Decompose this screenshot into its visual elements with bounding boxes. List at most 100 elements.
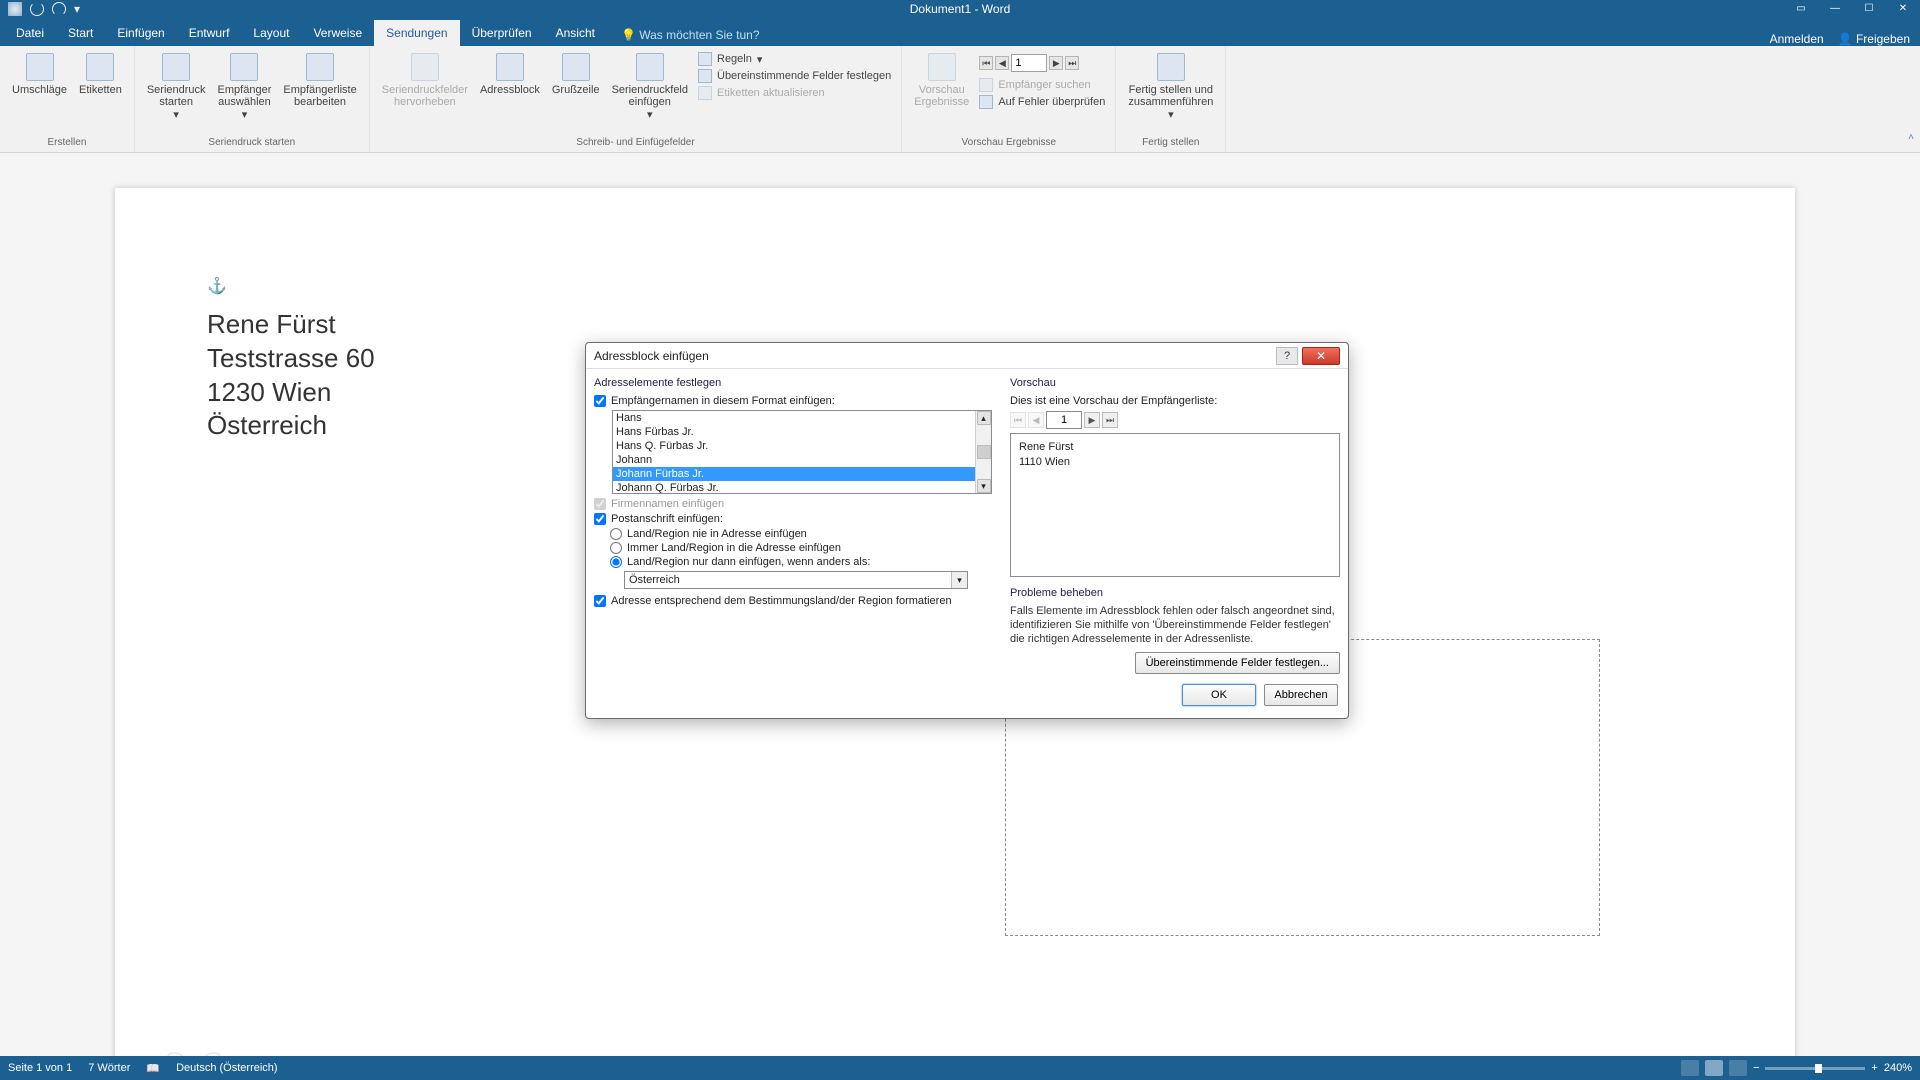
- list-item[interactable]: Johann Q. Fürbas Jr.: [613, 481, 975, 494]
- greeting-line-button[interactable]: Grußzeile: [546, 50, 606, 99]
- edit-recipients-button[interactable]: Empfängerliste bearbeiten: [277, 50, 362, 111]
- zoom-level[interactable]: 240%: [1884, 1062, 1912, 1074]
- preview-index-input[interactable]: [1046, 411, 1082, 429]
- close-icon[interactable]: ✕: [1886, 0, 1920, 17]
- redo-icon[interactable]: [52, 2, 66, 16]
- group-preview-label: Vorschau Ergebnisse: [902, 135, 1115, 152]
- prev-record-icon[interactable]: ◀: [995, 56, 1009, 70]
- scroll-down-icon[interactable]: ▾: [977, 479, 991, 493]
- preview-navigator: ⏮ ◀ ▶ ⏭: [1010, 411, 1340, 429]
- listbox-scrollbar[interactable]: ▴ ▾: [975, 411, 991, 493]
- start-mailmerge-button[interactable]: Seriendruck starten ▾: [141, 50, 212, 124]
- tell-me-search[interactable]: 💡 Was möchten Sie tun?: [617, 24, 764, 46]
- list-item[interactable]: Hans Fürbas Jr.: [613, 425, 975, 439]
- save-icon[interactable]: [8, 2, 22, 16]
- tab-layout[interactable]: Layout: [241, 20, 301, 46]
- watermark-butterfly-icon: [154, 1038, 234, 1056]
- select-recipients-button[interactable]: Empfänger auswählen ▾: [212, 50, 278, 124]
- quick-access-toolbar: ▾: [0, 2, 96, 16]
- list-item[interactable]: Hans: [613, 411, 975, 425]
- tab-mailings[interactable]: Sendungen: [374, 20, 459, 46]
- spellcheck-icon[interactable]: 📖: [146, 1062, 160, 1075]
- zoom-slider[interactable]: [1765, 1067, 1865, 1070]
- group-finish-label: Fertig stellen: [1116, 135, 1225, 152]
- share-button[interactable]: 👤 Freigeben: [1838, 32, 1910, 46]
- preview-section-label: Vorschau: [1010, 377, 1340, 389]
- tab-file[interactable]: Datei: [4, 20, 56, 46]
- qat-customize-icon[interactable]: ▾: [74, 2, 88, 16]
- rules-button[interactable]: Regeln ▾: [698, 52, 891, 66]
- country-value: Österreich: [625, 574, 951, 586]
- country-combobox[interactable]: Österreich ▾: [624, 571, 968, 589]
- list-item[interactable]: Johann Fürbas Jr.: [613, 467, 975, 481]
- name-format-listbox[interactable]: Hans Hans Fürbas Jr. Hans Q. Fürbas Jr. …: [612, 410, 992, 494]
- maximize-icon[interactable]: ☐: [1852, 0, 1886, 17]
- undo-icon[interactable]: [30, 2, 44, 16]
- title-bar: ▾ Dokument1 - Word ▭ — ☐ ✕: [0, 0, 1920, 17]
- minimize-icon[interactable]: —: [1818, 0, 1852, 17]
- include-company-checkbox[interactable]: Firmennamen einfügen: [594, 498, 992, 510]
- cancel-button[interactable]: Abbrechen: [1264, 684, 1338, 706]
- update-labels-button: Etiketten aktualisieren: [698, 86, 891, 100]
- include-postal-checkbox[interactable]: Postanschrift einfügen:: [594, 513, 992, 525]
- country-diff-radio[interactable]: Land/Region nur dann einfügen, wenn ande…: [610, 556, 992, 568]
- dialog-close-icon[interactable]: ✕: [1302, 347, 1340, 365]
- preview-prev-icon[interactable]: ◀: [1028, 412, 1044, 428]
- highlight-fields-button[interactable]: Seriendruckfelder hervorheben: [376, 50, 474, 111]
- labels-button[interactable]: Etiketten: [73, 50, 128, 99]
- match-fields-button[interactable]: Übereinstimmende Felder festlegen: [698, 69, 891, 83]
- tab-draft[interactable]: Entwurf: [177, 20, 242, 46]
- list-item[interactable]: Johann: [613, 453, 975, 467]
- format-by-country-checkbox[interactable]: Adresse entsprechend dem Bestimmungsland…: [594, 595, 992, 607]
- insert-merge-field-button[interactable]: Seriendruckfeld einfügen ▾: [606, 50, 694, 124]
- tab-insert[interactable]: Einfügen: [105, 20, 176, 46]
- window-title: Dokument1 - Word: [910, 2, 1010, 16]
- anchor-icon: ⚓: [207, 276, 1703, 296]
- include-name-checkbox[interactable]: Empfängernamen in diesem Format einfügen…: [594, 395, 992, 407]
- country-never-radio[interactable]: Land/Region nie in Adresse einfügen: [610, 528, 992, 540]
- next-record-icon[interactable]: ▶: [1049, 56, 1063, 70]
- preview-first-icon[interactable]: ⏮: [1010, 412, 1026, 428]
- envelopes-button[interactable]: Umschläge: [6, 50, 73, 99]
- last-record-icon[interactable]: ⏭: [1065, 56, 1079, 70]
- scroll-up-icon[interactable]: ▴: [977, 411, 991, 425]
- zoom-out-icon[interactable]: −: [1753, 1062, 1759, 1074]
- fix-help-text: Falls Elemente im Adressblock fehlen ode…: [1010, 605, 1340, 646]
- list-item[interactable]: Hans Q. Fürbas Jr.: [613, 439, 975, 453]
- group-write-insert-label: Schreib- und Einfügefelder: [370, 135, 902, 152]
- chevron-down-icon[interactable]: ▾: [951, 572, 967, 588]
- ribbon-display-icon[interactable]: ▭: [1784, 0, 1818, 17]
- ok-button[interactable]: OK: [1182, 684, 1256, 706]
- country-always-radio[interactable]: Immer Land/Region in die Adresse einfüge…: [610, 542, 992, 554]
- group-create-label: Erstellen: [0, 135, 134, 152]
- scroll-thumb[interactable]: [977, 445, 991, 459]
- preview-next-icon[interactable]: ▶: [1084, 412, 1100, 428]
- tab-review[interactable]: Überprüfen: [460, 20, 544, 46]
- first-record-icon[interactable]: ⏮: [979, 56, 993, 70]
- dialog-help-icon[interactable]: ?: [1276, 347, 1298, 365]
- signin-link[interactable]: Anmelden: [1770, 32, 1824, 46]
- check-errors-button[interactable]: Auf Fehler überprüfen: [979, 95, 1105, 109]
- finish-merge-button[interactable]: Fertig stellen und zusammenführen ▾: [1122, 50, 1219, 124]
- record-number-input[interactable]: [1011, 54, 1047, 72]
- address-block-dialog: Adressblock einfügen ? ✕ Adresselemente …: [585, 342, 1349, 719]
- read-mode-icon[interactable]: [1681, 1060, 1699, 1076]
- preview-box: Rene Fürst 1110 Wien: [1010, 433, 1340, 577]
- print-layout-icon[interactable]: [1705, 1060, 1723, 1076]
- page-indicator[interactable]: Seite 1 von 1: [8, 1062, 72, 1074]
- language-indicator[interactable]: Deutsch (Österreich): [176, 1062, 277, 1074]
- preview-results-button[interactable]: Vorschau Ergebnisse: [908, 50, 975, 111]
- preview-last-icon[interactable]: ⏭: [1102, 412, 1118, 428]
- word-count[interactable]: 7 Wörter: [88, 1062, 130, 1074]
- address-block-button[interactable]: Adressblock: [474, 50, 546, 99]
- collapse-ribbon-icon[interactable]: ˄: [1908, 132, 1914, 143]
- record-navigator: ⏮ ◀ ▶ ⏭: [975, 50, 1109, 76]
- match-fields-dialog-button[interactable]: Übereinstimmende Felder festlegen...: [1135, 652, 1340, 674]
- tab-view[interactable]: Ansicht: [544, 20, 607, 46]
- ribbon: Umschläge Etiketten Erstellen Seriendruc…: [0, 46, 1920, 153]
- web-layout-icon[interactable]: [1729, 1060, 1747, 1076]
- tab-references[interactable]: Verweise: [301, 20, 374, 46]
- tab-home[interactable]: Start: [56, 20, 105, 46]
- window-controls: ▭ — ☐ ✕: [1784, 0, 1920, 17]
- zoom-in-icon[interactable]: +: [1871, 1062, 1877, 1074]
